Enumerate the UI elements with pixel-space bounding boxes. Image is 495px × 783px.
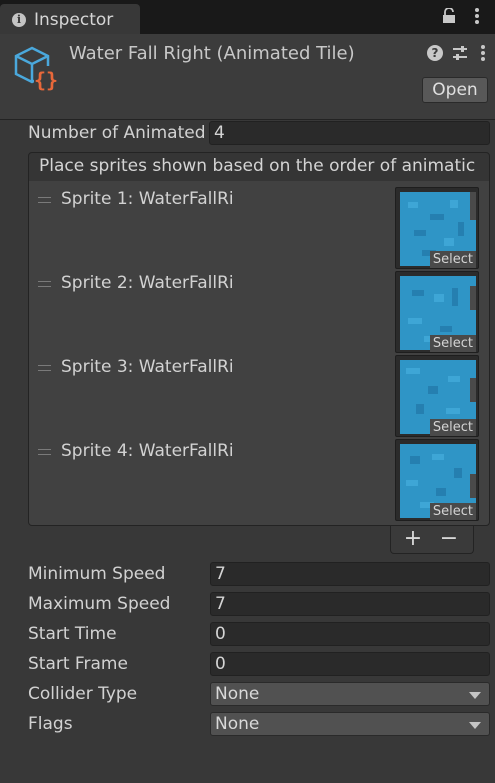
list-add-remove: + − — [390, 526, 474, 554]
number-of-animated-label: Number of Animated — [28, 123, 206, 143]
animated-tile-icon: {} — [14, 46, 58, 92]
asset-title: Water Fall Right (Animated Tile) — [69, 43, 355, 64]
inspector-header: {} Water Fall Right (Animated Tile) ? Op… — [0, 34, 495, 120]
flags-label: Flags — [28, 714, 73, 734]
remove-sprite-button[interactable]: − — [437, 526, 461, 552]
start-frame-label: Start Frame — [28, 654, 128, 674]
tab-label: Inspector — [34, 10, 114, 30]
chevron-down-icon — [469, 722, 481, 729]
drag-handle-icon[interactable] — [38, 365, 51, 371]
sprite-4-thumbnail[interactable]: Select — [395, 439, 479, 521]
number-of-animated-field[interactable]: 4 — [209, 121, 490, 145]
collider-type-dropdown[interactable]: None — [210, 682, 490, 706]
maximum-speed-field[interactable]: 7 — [210, 592, 490, 616]
preset-icon[interactable] — [451, 44, 469, 62]
sprite-1-label: Sprite 1: WaterFallRi — [61, 189, 234, 209]
open-button[interactable]: Open — [422, 77, 488, 103]
start-frame-field[interactable]: 0 — [210, 652, 490, 676]
lock-icon[interactable] — [442, 8, 456, 24]
sprite-3-label: Sprite 3: WaterFallRi — [61, 357, 234, 377]
sprite-1-thumbnail[interactable]: Select — [395, 187, 479, 269]
maximum-speed-label: Maximum Speed — [28, 594, 171, 614]
more-icon[interactable] — [478, 43, 488, 63]
chevron-down-icon — [469, 692, 481, 699]
sprite-4-label: Sprite 4: WaterFallRi — [61, 441, 234, 461]
sprite-3-thumbnail[interactable]: Select — [395, 355, 479, 437]
start-time-field[interactable]: 0 — [210, 622, 490, 646]
sprite-2-thumbnail[interactable]: Select — [395, 271, 479, 353]
sprite-2-label: Sprite 2: WaterFallRi — [61, 273, 234, 293]
select-button[interactable]: Select — [429, 419, 476, 436]
minimum-speed-label: Minimum Speed — [28, 564, 166, 584]
drag-handle-icon[interactable] — [38, 197, 51, 203]
tab-bar: i Inspector — [0, 0, 495, 34]
select-button[interactable]: Select — [429, 335, 476, 352]
tab-inspector[interactable]: i Inspector — [0, 4, 140, 34]
info-icon: i — [12, 13, 26, 27]
select-button[interactable]: Select — [429, 251, 476, 268]
collider-type-value: None — [215, 684, 260, 704]
minimum-speed-field[interactable]: 7 — [210, 562, 490, 586]
svg-text:{}: {} — [34, 68, 58, 92]
start-time-label: Start Time — [28, 624, 117, 644]
flags-dropdown[interactable]: None — [210, 712, 490, 736]
collider-type-label: Collider Type — [28, 684, 138, 704]
help-icon[interactable]: ? — [427, 45, 443, 61]
drag-handle-icon[interactable] — [38, 281, 51, 287]
add-sprite-button[interactable]: + — [401, 526, 425, 552]
drag-handle-icon[interactable] — [38, 449, 51, 455]
flags-value: None — [215, 714, 260, 734]
sprite-list-header: Place sprites shown based on the order o… — [28, 152, 490, 182]
more-icon[interactable] — [470, 6, 484, 26]
select-button[interactable]: Select — [429, 503, 476, 520]
sprite-list: Sprite 1: WaterFallRi Select Sprite 2: W… — [28, 181, 490, 526]
